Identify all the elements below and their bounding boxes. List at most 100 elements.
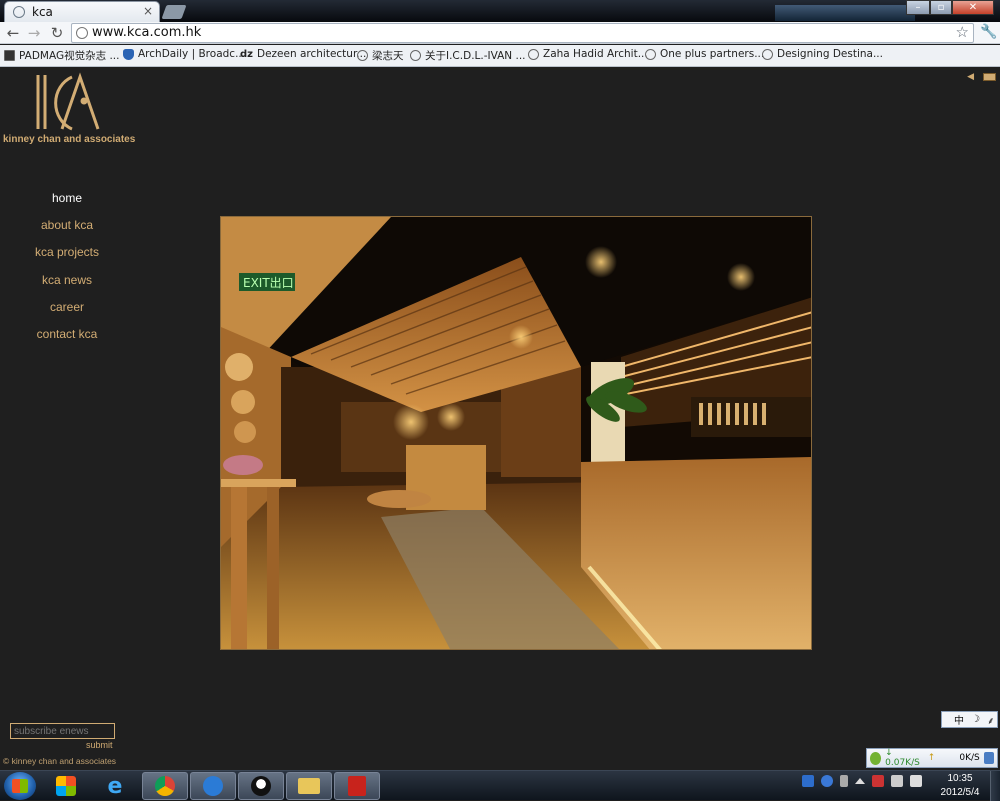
- fullscreen-icon[interactable]: [983, 73, 996, 81]
- globe-icon: [410, 50, 421, 61]
- title-bar: kca × – ▫ ✕: [0, 0, 1000, 22]
- bookmark-label: Designing Destina...: [777, 48, 883, 60]
- start-button[interactable]: [4, 772, 36, 800]
- address-bar[interactable]: ☆: [71, 23, 974, 43]
- minimize-button[interactable]: –: [906, 0, 930, 15]
- upload-speed: 0K/S: [959, 753, 980, 763]
- bookmark-label: Zaha Hadid Archit...: [543, 48, 648, 60]
- bookmark-designing[interactable]: Designing Destina...: [762, 48, 883, 60]
- ime-chinese-mode[interactable]: 中: [954, 712, 964, 727]
- nav-home[interactable]: home: [0, 191, 134, 205]
- web-page: kinney chan and associates home about kc…: [0, 67, 1000, 770]
- windows-taskbar: e 10:35 2012/5/4: [0, 770, 1000, 801]
- bookmark-label: ArchDaily | Broadc...: [138, 48, 246, 60]
- nav-kca-news[interactable]: kca news: [0, 273, 134, 287]
- bookmark-label: 梁志天: [372, 50, 404, 62]
- bookmark-dezeen[interactable]: dz Dezeen architectur...: [240, 48, 366, 60]
- page-icon: [76, 27, 88, 39]
- maxthon-icon: [203, 776, 223, 796]
- window-controls: – ▫ ✕: [906, 0, 994, 15]
- show-desktop-button[interactable]: [990, 771, 1000, 801]
- ime-punct-icon[interactable]: ⸙: [987, 713, 995, 727]
- new-tab-button[interactable]: [161, 5, 187, 19]
- star-icon[interactable]: ☆: [956, 23, 969, 41]
- tab-title: kca: [32, 5, 53, 19]
- bookmark-padmag[interactable]: PADMAG视觉杂志 ...: [4, 48, 119, 63]
- ie-icon: e: [107, 773, 123, 799]
- volume-icon[interactable]: [910, 775, 922, 787]
- bookmark-oneplus[interactable]: One plus partners...: [645, 48, 764, 60]
- close-tab-icon[interactable]: ×: [143, 4, 153, 18]
- wrench-icon[interactable]: 🔧: [980, 24, 997, 40]
- ime-moon-icon[interactable]: ☽: [971, 714, 980, 725]
- tab-kca[interactable]: kca ×: [4, 1, 160, 22]
- padmag-icon: [4, 50, 15, 61]
- taskbar-windows-store[interactable]: [43, 772, 89, 800]
- taskbar-ie[interactable]: e: [92, 772, 138, 800]
- ie-icon: [983, 752, 994, 764]
- action-center-icon[interactable]: [872, 775, 884, 787]
- close-window-button[interactable]: ✕: [952, 0, 994, 15]
- forward-button[interactable]: →: [25, 24, 43, 42]
- logo-text: kinney chan and associates: [3, 134, 136, 145]
- bookmark-label: PADMAG视觉杂志 ...: [19, 50, 120, 62]
- network-speed-widget[interactable]: ↓ 0.07K/S ↑ 0K/S: [866, 748, 998, 768]
- taskbar-chrome[interactable]: [142, 772, 188, 800]
- acrobat-icon: [348, 776, 366, 796]
- ime-toolbar[interactable]: 中 ☽ ⸙: [941, 711, 998, 728]
- clock-time: 10:35: [947, 773, 973, 784]
- kca-logo-mark: [36, 72, 100, 131]
- speaker-icon[interactable]: ◀: [967, 72, 974, 82]
- exit-sign-text: EXIT出口: [243, 276, 294, 290]
- background-window: [775, 5, 915, 21]
- clock-date: 2012/5/4: [940, 787, 980, 798]
- bookmark-icdl[interactable]: 关于I.C.D.L.-IVAN ...: [410, 48, 526, 63]
- browser-window: kca × – ▫ ✕ ← → ↻ ☆ 🔧 PADMAG视觉杂志 ... Arc…: [0, 0, 1000, 801]
- download-speed: ↓ 0.07K/S: [885, 748, 920, 768]
- tray-app-icon[interactable]: [802, 775, 814, 787]
- bookmarks-bar: PADMAG视觉杂志 ... ArchDaily | Broadc... dz D…: [0, 45, 1000, 67]
- globe-icon: [357, 50, 368, 61]
- globe-icon: [13, 6, 25, 18]
- taskbar-qq[interactable]: [238, 772, 284, 800]
- submit-button[interactable]: submit: [86, 740, 113, 750]
- taskbar-acrobat[interactable]: [334, 772, 380, 800]
- bookmark-label: 关于I.C.D.L.-IVAN ...: [425, 50, 526, 62]
- url-input[interactable]: [92, 25, 892, 40]
- globe-icon: [645, 48, 656, 60]
- show-hidden-icons[interactable]: [855, 778, 865, 784]
- restaurant-interior-photo: EXIT出口: [220, 216, 812, 650]
- reload-button[interactable]: ↻: [48, 24, 66, 42]
- nav-career[interactable]: career: [0, 300, 134, 314]
- bookmark-label: One plus partners...: [660, 48, 765, 60]
- subscribe-enews-input[interactable]: [10, 723, 115, 739]
- qq-icon: [251, 776, 271, 796]
- upload-arrow: ↑: [927, 753, 936, 763]
- bookmark-archdaily[interactable]: ArchDaily | Broadc...: [123, 48, 245, 60]
- network-icon[interactable]: [891, 775, 903, 787]
- nav-kca-projects[interactable]: kca projects: [0, 245, 134, 259]
- taskbar-maxthon[interactable]: [190, 772, 236, 800]
- network-monitor-icon: [870, 751, 882, 765]
- tray-misc-icon[interactable]: [840, 775, 848, 787]
- globe-icon: [528, 48, 539, 60]
- back-button[interactable]: ←: [4, 24, 22, 42]
- help-icon[interactable]: [821, 775, 833, 787]
- dezeen-icon: dz: [240, 48, 253, 60]
- maximize-button[interactable]: ▫: [930, 0, 952, 15]
- nav-about-kca[interactable]: about kca: [0, 218, 134, 232]
- globe-icon: [762, 48, 773, 60]
- bookmark-zaha[interactable]: Zaha Hadid Archit...: [528, 48, 648, 60]
- windows-logo-icon: [12, 779, 28, 793]
- shield-icon: [123, 48, 134, 60]
- nav-contact-kca[interactable]: contact kca: [0, 327, 134, 341]
- clock[interactable]: 10:35 2012/5/4: [936, 772, 984, 800]
- taskbar-explorer[interactable]: [286, 772, 332, 800]
- system-tray: [802, 775, 922, 787]
- restaurant-interior-image: EXIT出口: [221, 217, 811, 649]
- bookmark-liang[interactable]: 梁志天: [357, 48, 404, 63]
- windows-store-icon: [56, 776, 76, 796]
- page-controls: ◀: [967, 72, 996, 82]
- copyright-text: © kinney chan and associates: [3, 756, 117, 766]
- browser-toolbar: ← → ↻ ☆ 🔧: [0, 22, 1000, 44]
